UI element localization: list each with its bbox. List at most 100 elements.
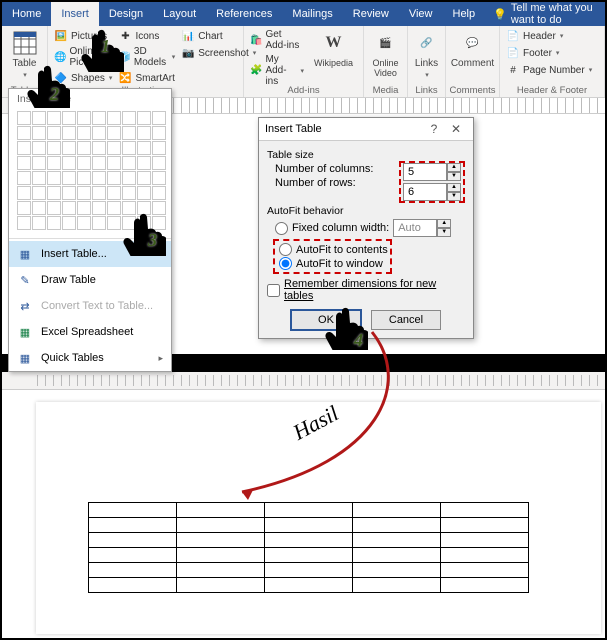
pointer-step-3[interactable]	[120, 210, 166, 256]
grid-cell[interactable]	[62, 186, 76, 200]
grid-cell[interactable]	[152, 156, 166, 170]
grid-cell[interactable]	[77, 171, 91, 185]
grid-cell[interactable]	[77, 201, 91, 215]
grid-cell[interactable]	[47, 216, 61, 230]
grid-cell[interactable]	[152, 186, 166, 200]
remember-checkbox[interactable]	[267, 284, 280, 297]
tab-design[interactable]: Design	[99, 2, 153, 26]
grid-cell[interactable]	[32, 216, 46, 230]
tab-home[interactable]: Home	[2, 2, 51, 26]
grid-cell[interactable]	[62, 171, 76, 185]
grid-cell[interactable]	[32, 141, 46, 155]
tab-help[interactable]: Help	[443, 2, 486, 26]
grid-cell[interactable]	[92, 141, 106, 155]
grid-cell[interactable]	[17, 216, 31, 230]
close-button[interactable]: ✕	[445, 122, 467, 136]
grid-cell[interactable]	[107, 171, 121, 185]
columns-input[interactable]	[403, 163, 447, 181]
grid-cell[interactable]	[107, 156, 121, 170]
grid-cell[interactable]	[47, 201, 61, 215]
smartart-button[interactable]: 🔀SmartArt	[118, 70, 175, 86]
grid-cell[interactable]	[107, 216, 121, 230]
grid-cell[interactable]	[77, 126, 91, 140]
grid-cell[interactable]	[122, 141, 136, 155]
grid-cell[interactable]	[32, 111, 46, 125]
tab-view[interactable]: View	[399, 2, 443, 26]
online-video-button[interactable]: 🎬 Online Video	[370, 28, 401, 80]
grid-cell[interactable]	[107, 186, 121, 200]
tab-mailings[interactable]: Mailings	[282, 2, 342, 26]
grid-cell[interactable]	[17, 141, 31, 155]
fixed-width-radio[interactable]	[275, 222, 288, 235]
grid-cell[interactable]	[92, 201, 106, 215]
header-button[interactable]: 📄Header▾	[506, 28, 598, 44]
grid-cell[interactable]	[32, 156, 46, 170]
grid-cell[interactable]	[77, 216, 91, 230]
tell-me-search[interactable]: 💡 Tell me what you want to do	[485, 2, 605, 26]
tab-references[interactable]: References	[206, 2, 282, 26]
grid-cell[interactable]	[17, 171, 31, 185]
draw-table-menuitem[interactable]: ✎ Draw Table	[9, 267, 171, 293]
grid-cell[interactable]	[122, 111, 136, 125]
grid-cell[interactable]	[62, 111, 76, 125]
autofit-contents-radio[interactable]	[279, 243, 292, 256]
grid-cell[interactable]	[107, 141, 121, 155]
excel-spreadsheet-menuitem[interactable]: ▦ Excel Spreadsheet	[9, 319, 171, 345]
footer-button[interactable]: 📄Footer▾	[506, 45, 598, 61]
rows-up[interactable]: ▲	[447, 183, 461, 192]
grid-cell[interactable]	[92, 216, 106, 230]
grid-cell[interactable]	[107, 201, 121, 215]
grid-cell[interactable]	[62, 156, 76, 170]
tab-layout[interactable]: Layout	[153, 2, 206, 26]
grid-cell[interactable]	[92, 186, 106, 200]
grid-cell[interactable]	[62, 201, 76, 215]
grid-cell[interactable]	[62, 126, 76, 140]
grid-cell[interactable]	[62, 141, 76, 155]
grid-cell[interactable]	[92, 126, 106, 140]
grid-cell[interactable]	[47, 156, 61, 170]
grid-cell[interactable]	[17, 201, 31, 215]
pointer-step-2[interactable]	[24, 62, 70, 108]
cols-up[interactable]: ▲	[447, 163, 461, 172]
grid-cell[interactable]	[152, 111, 166, 125]
wikipedia-button[interactable]: W Wikipedia	[310, 28, 357, 88]
grid-cell[interactable]	[137, 156, 151, 170]
grid-cell[interactable]	[107, 111, 121, 125]
grid-cell[interactable]	[122, 156, 136, 170]
tab-insert[interactable]: Insert	[51, 2, 99, 26]
grid-cell[interactable]	[92, 156, 106, 170]
grid-cell[interactable]	[152, 141, 166, 155]
my-addins-button[interactable]: 🧩My Add-ins▾	[250, 53, 304, 88]
grid-cell[interactable]	[137, 186, 151, 200]
comment-button[interactable]: 💬 Comment	[452, 28, 493, 71]
grid-cell[interactable]	[17, 186, 31, 200]
rows-down[interactable]: ▼	[447, 192, 461, 201]
grid-cell[interactable]	[122, 186, 136, 200]
autofit-window-radio[interactable]	[279, 257, 292, 270]
grid-cell[interactable]	[32, 126, 46, 140]
grid-cell[interactable]	[122, 171, 136, 185]
grid-cell[interactable]	[137, 126, 151, 140]
grid-cell[interactable]	[62, 216, 76, 230]
grid-cell[interactable]	[92, 171, 106, 185]
grid-cell[interactable]	[47, 111, 61, 125]
get-addins-button[interactable]: 🛍️Get Add-ins	[250, 28, 304, 52]
grid-cell[interactable]	[17, 111, 31, 125]
grid-cell[interactable]	[32, 171, 46, 185]
grid-cell[interactable]	[32, 186, 46, 200]
help-button[interactable]: ?	[423, 122, 445, 136]
grid-cell[interactable]	[47, 126, 61, 140]
page-number-button[interactable]: #Page Number▾	[506, 62, 598, 78]
grid-cell[interactable]	[92, 111, 106, 125]
3d-models-button[interactable]: 🧊3D Models▾	[118, 45, 175, 69]
icons-button[interactable]: ✚Icons	[118, 28, 175, 44]
grid-cell[interactable]	[137, 171, 151, 185]
grid-cell[interactable]	[47, 171, 61, 185]
tab-review[interactable]: Review	[343, 2, 399, 26]
grid-cell[interactable]	[47, 186, 61, 200]
grid-cell[interactable]	[152, 126, 166, 140]
grid-cell[interactable]	[137, 141, 151, 155]
grid-cell[interactable]	[17, 156, 31, 170]
grid-cell[interactable]	[77, 141, 91, 155]
grid-cell[interactable]	[122, 126, 136, 140]
